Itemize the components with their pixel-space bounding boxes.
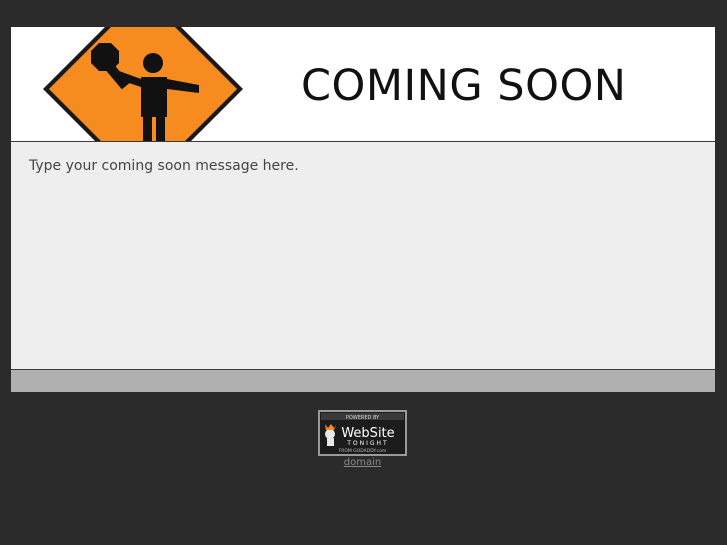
- page-title: COMING SOON: [301, 61, 627, 111]
- badge-tonight-text: TONIGHT: [346, 440, 388, 447]
- header-banner: COMING SOON: [11, 27, 715, 142]
- badge-from-text: FROM GODADDY.com: [339, 448, 387, 454]
- powered-by-badge[interactable]: POWERED BY WebSite TONIGHT FROM GODADDY.…: [318, 410, 407, 456]
- domain-link[interactable]: domain: [318, 457, 407, 468]
- badge-powered-text: POWERED BY: [346, 415, 380, 421]
- content-card: COMING SOON Type your coming soon messag…: [11, 27, 715, 392]
- construction-sign-icon: [33, 27, 253, 141]
- badge-website-text: WebSite: [341, 426, 394, 441]
- footer-bar: [11, 370, 715, 392]
- page: COMING SOON Type your coming soon messag…: [0, 0, 727, 545]
- coming-soon-message: Type your coming soon message here.: [29, 158, 299, 174]
- message-area: Type your coming soon message here.: [11, 142, 715, 370]
